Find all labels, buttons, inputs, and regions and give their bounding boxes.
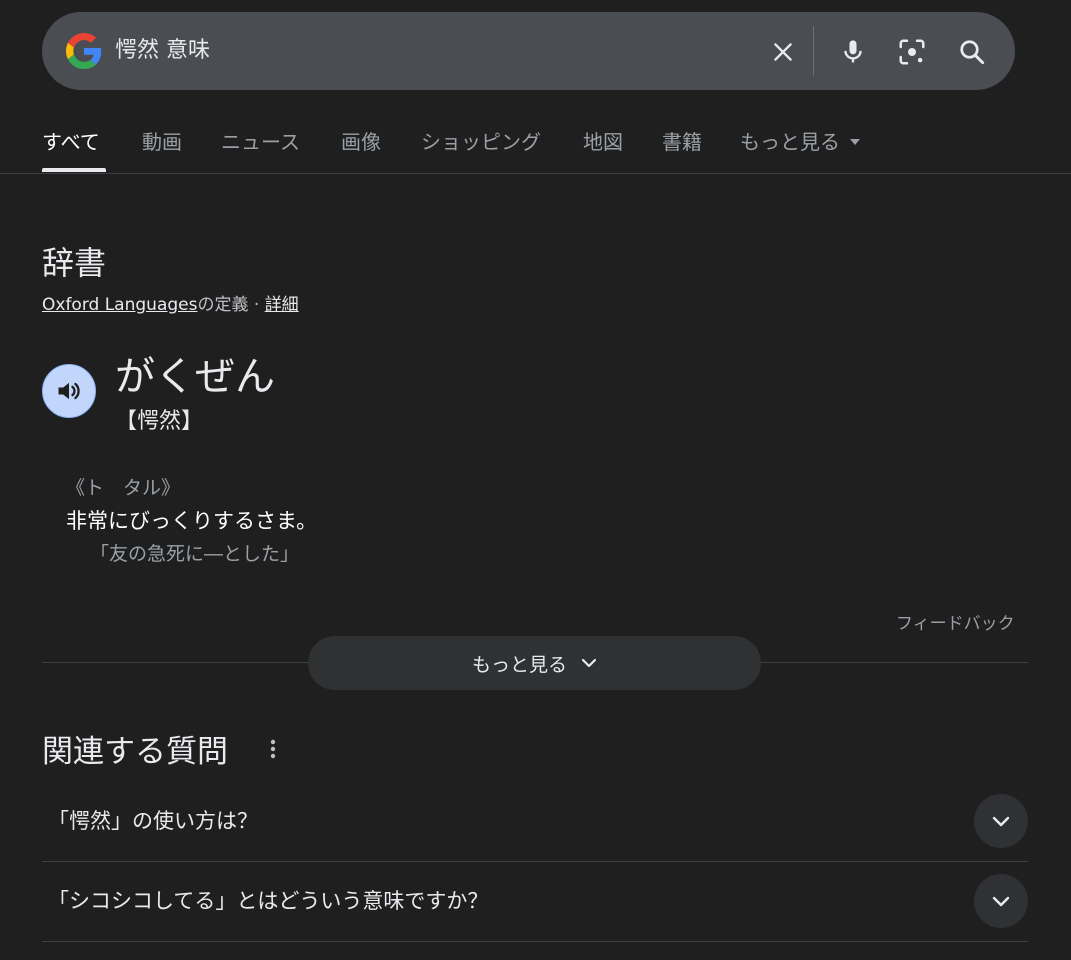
- speaker-icon: [58, 382, 80, 400]
- more-vert-icon: [270, 739, 276, 759]
- chevron-down-icon: [992, 896, 1010, 906]
- search-bar: 愕然 意味: [42, 12, 1015, 90]
- google-logo-icon: [66, 33, 102, 69]
- show-more-label: もっと見る: [471, 653, 567, 676]
- related-question[interactable]: 「愕然」の使い方は？: [42, 781, 1028, 861]
- word-reading: がくぜん: [115, 354, 275, 400]
- camera-lens-icon: [899, 39, 925, 65]
- tab-videos[interactable]: 動画: [142, 128, 182, 156]
- close-icon: [774, 43, 792, 61]
- tab-maps[interactable]: 地図: [583, 128, 623, 156]
- question-text: 「シコシコしてる」とはどういう意味ですか？: [48, 889, 489, 913]
- search-icon: [960, 40, 985, 65]
- expand-button[interactable]: [974, 794, 1028, 848]
- search-bar-divider: [813, 26, 814, 76]
- tab-books[interactable]: 書籍: [662, 128, 702, 156]
- tab-more-label: もっと見る: [740, 130, 840, 154]
- tab-images[interactable]: 画像: [341, 128, 381, 156]
- tab-news[interactable]: ニュース: [221, 128, 300, 156]
- source-suffix: の定義 ·: [197, 295, 265, 315]
- expand-button[interactable]: [974, 874, 1028, 928]
- question-divider: [42, 941, 1028, 942]
- part-of-speech: 《ト タル》: [66, 477, 181, 499]
- oxford-languages-link[interactable]: Oxford Languages: [42, 295, 197, 315]
- voice-search-button[interactable]: [830, 29, 876, 75]
- show-more-button[interactable]: もっと見る: [308, 636, 761, 690]
- tabs-divider: [0, 173, 1071, 174]
- chevron-down-icon: [581, 658, 597, 668]
- chevron-down-icon: [992, 816, 1010, 826]
- mic-icon: [844, 40, 862, 63]
- more-options-button[interactable]: [258, 732, 288, 766]
- search-input[interactable]: 愕然 意味: [115, 33, 210, 69]
- pronunciation-audio-button[interactable]: [42, 364, 96, 418]
- dictionary-heading: 辞書: [42, 244, 107, 282]
- feedback-link[interactable]: フィードバック: [896, 609, 1015, 634]
- example-sentence: 「友の急死に―とした」: [90, 543, 300, 565]
- details-link[interactable]: 詳細: [265, 295, 299, 315]
- search-button[interactable]: [949, 29, 995, 75]
- image-search-button[interactable]: [889, 29, 935, 75]
- caret-down-icon: [850, 139, 860, 145]
- dictionary-source: Oxford Languagesの定義 · 詳細: [42, 290, 299, 315]
- word-kanji: 【愕然】: [115, 409, 204, 434]
- question-text: 「愕然」の使い方は？: [48, 809, 258, 833]
- tab-shopping[interactable]: ショッピング: [421, 128, 541, 156]
- tab-more[interactable]: もっと見る: [740, 128, 860, 156]
- active-tab-indicator: [42, 168, 106, 172]
- clear-button[interactable]: [760, 29, 806, 75]
- tab-all[interactable]: すべて: [42, 128, 100, 156]
- related-questions-heading: 関連する質問: [42, 734, 228, 770]
- related-question[interactable]: 「シコシコしてる」とはどういう意味ですか？: [42, 861, 1028, 941]
- definition-text: 非常にびっくりするさま。: [66, 509, 318, 533]
